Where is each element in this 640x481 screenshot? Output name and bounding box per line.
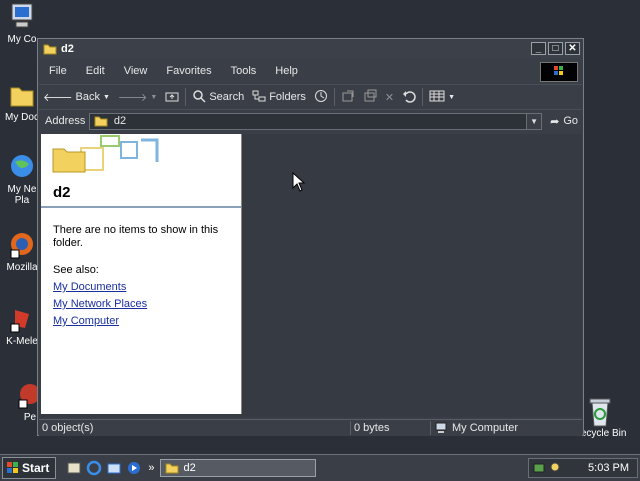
mouse-cursor-icon: [292, 171, 306, 195]
show-desktop-icon[interactable]: [66, 460, 82, 476]
copy-to-button[interactable]: [359, 87, 381, 107]
back-arrow-icon: 🡐: [43, 92, 73, 104]
internet-explorer-icon[interactable]: [86, 460, 102, 476]
my-documents-icon: [7, 80, 37, 110]
up-folder-button[interactable]: [161, 87, 183, 107]
folder-icon: [43, 43, 57, 55]
folders-label: Folders: [269, 91, 306, 103]
search-button[interactable]: Search: [188, 87, 248, 107]
address-bar: Address d2 ▼ ➦ Go: [39, 109, 582, 132]
menu-file[interactable]: File: [39, 65, 76, 77]
chevron-down-icon: ▼: [102, 93, 110, 101]
link-my-network-places[interactable]: My Network Places: [53, 298, 229, 311]
kmeleon-icon: [7, 304, 37, 334]
address-dropdown-button[interactable]: ▼: [526, 113, 542, 129]
status-object-count: 0 object(s): [39, 421, 351, 435]
views-button[interactable]: ▼: [425, 87, 459, 107]
back-label: Back: [75, 91, 100, 103]
standard-toolbar: 🡐 Back ▼ 🡒 ▼ Search Folders ✕ ▼: [39, 84, 582, 109]
address-input[interactable]: d2 ▼: [88, 112, 543, 130]
go-button[interactable]: ➦ Go: [546, 115, 582, 128]
status-bar: 0 object(s) 0 bytes My Computer: [39, 419, 582, 436]
empty-folder-message: There are no items to show in this folde…: [53, 224, 219, 249]
menu-tools[interactable]: Tools: [221, 65, 266, 77]
status-zone-label: My Computer: [452, 422, 519, 434]
move-to-button[interactable]: [337, 87, 359, 107]
back-button[interactable]: 🡐 Back ▼: [39, 87, 114, 107]
history-button[interactable]: [310, 87, 332, 107]
firefox-icon: [7, 230, 37, 260]
address-value: d2: [113, 115, 127, 127]
search-icon: [192, 89, 206, 106]
network-places-icon: [7, 152, 37, 182]
window-title: d2: [61, 43, 74, 55]
my-computer-icon: [7, 2, 37, 32]
explorer-window: d2 _ □ ✕ File Edit View Favorites Tools …: [37, 38, 584, 436]
up-folder-icon: [165, 90, 179, 105]
menu-bar: File Edit View Favorites Tools Help: [39, 60, 582, 82]
forward-button[interactable]: 🡒 ▼: [114, 87, 161, 107]
forward-arrow-icon: 🡒: [117, 92, 148, 104]
clock[interactable]: 5:03 PM: [588, 462, 629, 474]
start-label: Start: [22, 461, 50, 475]
recycle-bin-icon: [585, 396, 615, 427]
move-to-icon: [341, 89, 355, 106]
status-zone: My Computer: [431, 421, 581, 435]
taskbar: Start » d2 5:03 PM: [0, 454, 640, 481]
task-pane-header: d2: [41, 134, 241, 208]
minimize-button[interactable]: _: [531, 42, 546, 55]
taskbar-window-button[interactable]: d2: [160, 459, 317, 477]
folder-content-area[interactable]: d2 There are no items to show in this fo…: [41, 134, 582, 417]
link-my-documents[interactable]: My Documents: [53, 281, 229, 294]
undo-icon: [402, 89, 416, 106]
undo-button[interactable]: [398, 87, 420, 107]
toolbar-separator: [185, 88, 187, 106]
network-tray-icon[interactable]: [533, 461, 549, 475]
menu-view[interactable]: View: [114, 65, 157, 77]
see-also-heading: See also:: [53, 264, 99, 276]
folder-icon: [51, 144, 87, 177]
folder-icon: [165, 462, 179, 474]
outlook-express-icon[interactable]: [106, 460, 122, 476]
my-computer-icon: [434, 422, 448, 434]
media-player-icon[interactable]: [126, 460, 142, 476]
copy-to-icon: [363, 89, 377, 106]
status-size: 0 bytes: [351, 421, 431, 435]
address-label: Address: [45, 115, 86, 127]
system-tray: 5:03 PM: [528, 458, 638, 478]
windows-logo-icon: [540, 62, 578, 82]
link-my-computer[interactable]: My Computer: [53, 315, 229, 328]
delete-icon: ✕: [384, 91, 395, 104]
task-pane: d2 There are no items to show in this fo…: [41, 134, 242, 414]
go-label: Go: [563, 115, 578, 127]
chevron-down-icon: ▼: [150, 93, 158, 101]
taskbar-window-label: d2: [183, 462, 196, 474]
go-arrow-icon: ➦: [550, 115, 560, 128]
menu-favorites[interactable]: Favorites: [156, 65, 220, 77]
quick-launch: »: [66, 460, 154, 476]
folders-button[interactable]: Folders: [248, 87, 310, 107]
chevron-down-icon: ▼: [448, 93, 456, 101]
close-button[interactable]: ✕: [565, 42, 580, 55]
menu-edit[interactable]: Edit: [76, 65, 114, 77]
start-button[interactable]: Start: [2, 457, 57, 479]
toolbar-separator: [422, 88, 424, 106]
search-tray-icon[interactable]: [549, 461, 563, 475]
toolbar-separator: [333, 88, 335, 106]
delete-button[interactable]: ✕: [381, 87, 398, 107]
folder-icon: [94, 115, 108, 127]
folders-icon: [252, 89, 266, 106]
task-pane-title: d2: [53, 184, 71, 201]
maximize-button[interactable]: □: [548, 42, 563, 55]
menu-help[interactable]: Help: [265, 65, 307, 77]
search-label: Search: [209, 91, 245, 103]
windows-logo-icon: [6, 461, 20, 475]
quick-launch-more[interactable]: »: [148, 462, 154, 474]
title-bar[interactable]: d2 _ □ ✕: [39, 40, 582, 58]
views-icon: [429, 90, 445, 105]
history-icon: [314, 89, 328, 106]
